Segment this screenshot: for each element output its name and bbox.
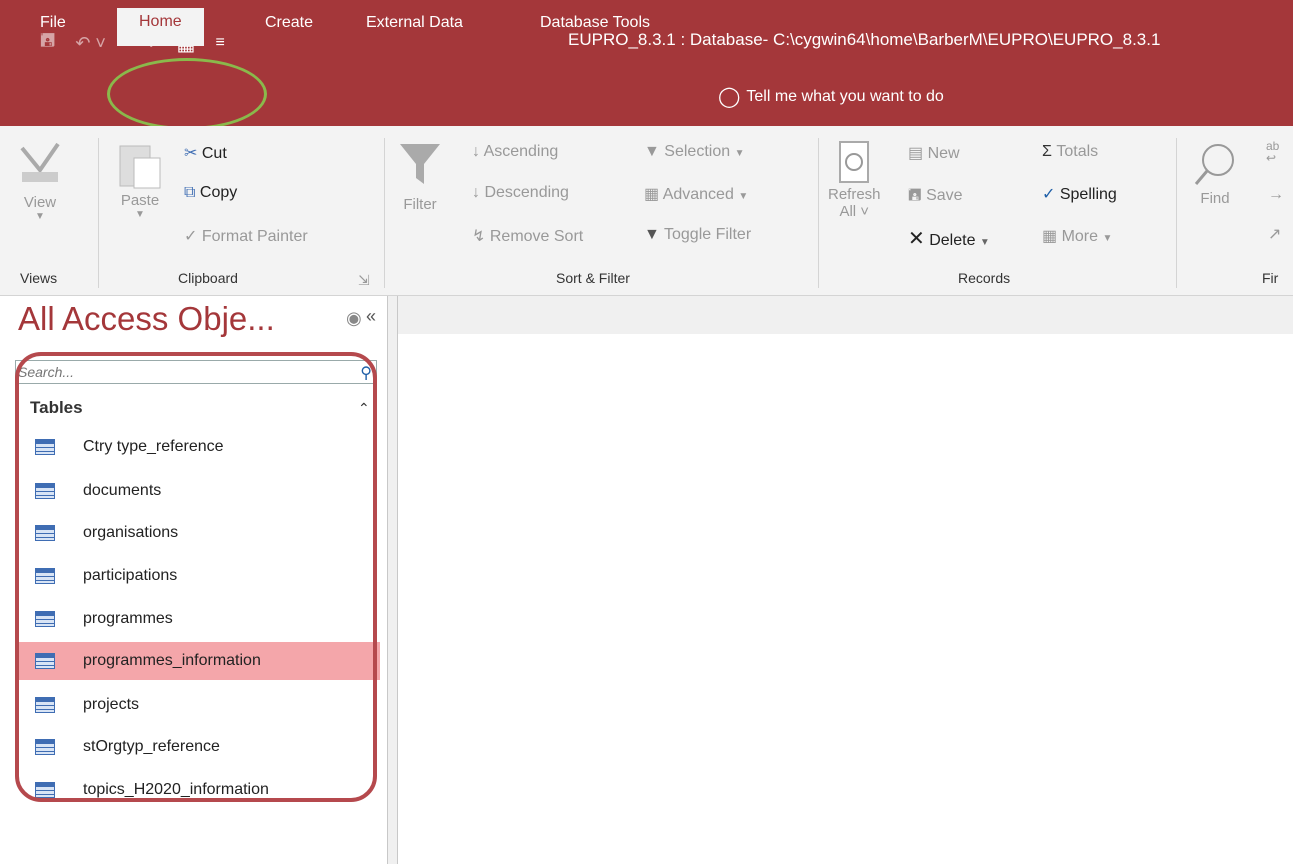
tab-database-tools[interactable]: Database Tools: [540, 10, 650, 46]
remove-sort-icon: ↯: [472, 228, 486, 245]
toggle-filter-icon: ▼: [644, 226, 660, 243]
divider: [384, 138, 385, 288]
selection-button[interactable]: ▼ Selection ▼: [644, 143, 744, 161]
scissors-icon: ✂: [184, 145, 198, 162]
copy-button[interactable]: ⧉ Copy: [184, 184, 237, 202]
advanced-filter-icon: ▦: [644, 186, 660, 203]
delete-x-icon: ✕: [908, 228, 925, 250]
new-record-button[interactable]: ▤ New: [908, 143, 960, 163]
more-grid-icon: ▦: [1042, 228, 1058, 245]
group-sort-filter: Sort & Filter: [556, 270, 630, 286]
format-painter-button[interactable]: ✓ Format Painter: [184, 226, 308, 246]
group-find: Fir: [1262, 270, 1279, 286]
magnifier-icon: [1194, 144, 1234, 185]
find-button[interactable]: Find: [1192, 140, 1238, 207]
refresh-icon: [839, 141, 870, 183]
annotation-green-ellipse: [107, 58, 267, 130]
tab-external-data[interactable]: External Data: [366, 10, 463, 46]
paste-button[interactable]: Paste ▼: [116, 140, 164, 220]
chevron-down-icon: ▼: [734, 148, 745, 159]
save-record-button[interactable]: 🖪 Save: [908, 184, 963, 211]
tell-me-text: Tell me what you want to do: [746, 88, 944, 105]
view-button[interactable]: View ▼: [18, 140, 62, 222]
customize-arrow-icon[interactable]: ≡: [215, 34, 224, 52]
filter-button[interactable]: Filter: [398, 140, 442, 213]
window-title: EUPRO_8.3.1 : Database- C:\cygwin64\home…: [568, 30, 1161, 49]
dialog-launcher-icon[interactable]: ⇲: [358, 272, 370, 289]
ascending-button[interactable]: ↓ Ascending: [472, 143, 558, 161]
cut-button[interactable]: ✂ Cut: [184, 143, 227, 163]
descending-button[interactable]: ↓ Descending: [472, 184, 569, 202]
tab-home[interactable]: Home: [117, 8, 204, 46]
totals-button[interactable]: Σ Totals: [1042, 143, 1098, 161]
document-tab-bar: [398, 296, 1293, 334]
annotation-red-box: [15, 352, 377, 802]
lightbulb-icon: ◯: [718, 86, 741, 108]
selection-filter-icon: ▼: [644, 143, 660, 160]
collapse-pane-icon[interactable]: «: [366, 306, 376, 327]
new-record-icon: ▤: [908, 145, 924, 162]
select-pointer-icon[interactable]: ↗: [1268, 224, 1281, 244]
remove-sort-button[interactable]: ↯ Remove Sort: [472, 226, 583, 246]
sort-ascending-icon: ↓: [472, 143, 480, 160]
more-button[interactable]: ▦ More ▼: [1042, 226, 1112, 246]
undo-icon[interactable]: ↶ ˅: [75, 33, 106, 54]
delete-button[interactable]: ✕ Delete ▼: [908, 226, 990, 251]
chevron-down-icon: ▼: [35, 211, 45, 222]
replace-icon[interactable]: ab ↩: [1266, 140, 1279, 164]
nav-dropdown-icon[interactable]: ◉: [346, 308, 362, 329]
group-clipboard: Clipboard: [178, 270, 238, 286]
funnel-icon: [400, 144, 440, 184]
goto-arrow-icon[interactable]: →: [1268, 186, 1284, 204]
tell-me-box[interactable]: ◯ Tell me what you want to do: [718, 86, 944, 108]
brush-icon: ✓: [184, 228, 198, 245]
chevron-down-icon: ▼: [1102, 233, 1113, 244]
spelling-button[interactable]: ✓ Spelling: [1042, 184, 1117, 204]
group-views: Views: [20, 270, 58, 286]
group-records: Records: [958, 270, 1011, 286]
chevron-down-icon: ▼: [979, 237, 990, 248]
refresh-all-button[interactable]: Refresh All ˅: [828, 140, 881, 220]
divider: [818, 138, 819, 288]
divider: [98, 138, 99, 288]
tab-create[interactable]: Create: [265, 10, 313, 46]
paste-icon: [119, 145, 161, 189]
view-icon: [20, 142, 60, 182]
pane-splitter[interactable]: [388, 296, 398, 864]
chevron-down-icon: ▼: [135, 209, 145, 220]
nav-pane-title[interactable]: All Access Obje...: [18, 300, 275, 338]
divider: [1176, 138, 1177, 288]
sigma-icon: Σ: [1042, 143, 1052, 160]
copy-icon: ⧉: [184, 184, 196, 201]
chevron-down-icon: ▼: [738, 191, 749, 202]
spelling-check-icon: ✓: [1042, 186, 1056, 203]
toggle-filter-button[interactable]: ▼ Toggle Filter: [644, 226, 751, 244]
sort-descending-icon: ↓: [472, 184, 480, 201]
advanced-button[interactable]: ▦ Advanced ▼: [644, 184, 748, 204]
save-icon: 🖪: [908, 187, 922, 204]
tab-file[interactable]: File: [40, 10, 66, 46]
